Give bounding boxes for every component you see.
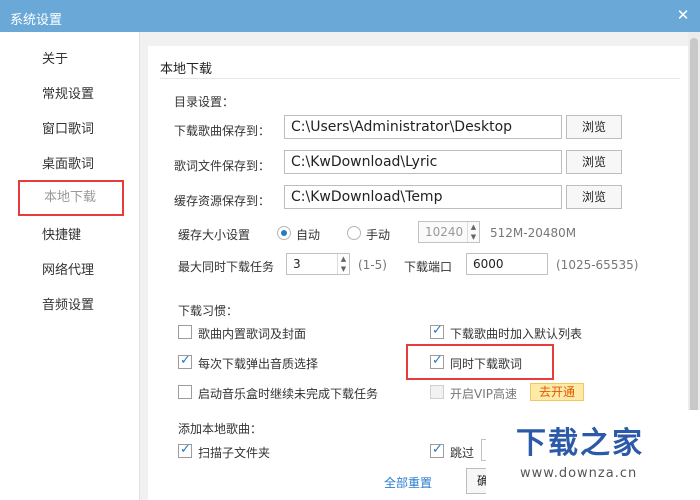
cache-path-label: 缓存资源保存到： — [174, 194, 271, 208]
lyric-browse-button[interactable]: 浏览 — [566, 150, 622, 174]
skip-label: 跳过 — [450, 446, 475, 460]
sidebar-item-proxy[interactable]: 网络代理 — [16, 253, 126, 289]
sidebar-item-window-lyrics[interactable]: 窗口歌词 — [16, 112, 126, 148]
quality-popup-checkbox[interactable] — [178, 353, 192, 369]
quality-popup-label: 每次下载弹出音质选择 — [198, 357, 319, 371]
divider — [160, 78, 680, 79]
cache-size-label: 缓存大小设置 — [178, 228, 251, 242]
scrollbar-thumb[interactable] — [690, 38, 698, 438]
scan-subfolders-label: 扫描子文件夹 — [198, 446, 271, 460]
sidebar: 关于 常规设置 窗口歌词 桌面歌词 本地下载 快捷键 网络代理 音频设置 — [0, 32, 140, 500]
watermark-url: www.downza.cn — [520, 466, 638, 481]
title-bar: 系统设置 ✕ — [0, 0, 700, 32]
vip-speed-label: 开启VIP高速 — [450, 387, 517, 401]
embed-lyrics-label: 歌曲内置歌词及封面 — [198, 327, 307, 341]
add-default-list-checkbox[interactable] — [430, 323, 444, 339]
cache-auto-label: 自动 — [296, 228, 321, 242]
max-tasks-range: (1-5) — [358, 258, 387, 272]
resume-tasks-label: 启动音乐盒时继续未完成下载任务 — [198, 387, 379, 401]
cache-path-input[interactable]: C:\KwDownload\Temp — [284, 185, 562, 209]
port-range: (1025-65535) — [556, 258, 639, 272]
scan-subfolders-checkbox[interactable] — [178, 442, 192, 458]
max-tasks-spinner-icon[interactable]: ▲ ▼ — [337, 254, 349, 274]
watermark-logo: 下载之家 www.downza.cn — [486, 410, 700, 500]
watermark-text: 下载之家 — [516, 426, 644, 461]
song-path-label: 下载歌曲保存到： — [174, 124, 271, 138]
cache-auto-radio[interactable] — [277, 226, 291, 240]
sidebar-item-desktop-lyrics[interactable]: 桌面歌词 — [16, 147, 126, 183]
skip-checkbox[interactable] — [430, 442, 444, 458]
section-title: 本地下载 — [160, 62, 213, 77]
port-value: 6000 — [473, 257, 504, 271]
cache-size-value: 10240 — [425, 225, 464, 239]
lyric-path-label: 歌词文件保存到： — [174, 159, 271, 173]
add-local-heading: 添加本地歌曲： — [178, 422, 263, 436]
download-lyrics-checkbox[interactable] — [430, 353, 444, 369]
port-label: 下载端口 — [404, 260, 453, 274]
max-tasks-stepper[interactable]: 3 ▲ ▼ — [286, 253, 350, 275]
max-tasks-value: 3 — [293, 257, 301, 271]
window-title: 系统设置 — [10, 13, 63, 28]
habits-heading: 下载习惯： — [178, 304, 239, 318]
add-default-list-label: 下载歌曲时加入默认列表 — [450, 327, 583, 341]
vip-open-button[interactable]: 去开通 — [530, 383, 585, 401]
resume-tasks-checkbox[interactable] — [178, 385, 192, 399]
song-path-input[interactable]: C:\Users\Administrator\Desktop — [284, 115, 562, 139]
sidebar-item-shortcuts[interactable]: 快捷键 — [16, 218, 126, 254]
lyric-path-input[interactable]: C:\KwDownload\Lyric — [284, 150, 562, 174]
max-tasks-label: 最大同时下载任务 — [178, 260, 275, 274]
sidebar-item-about[interactable]: 关于 — [16, 42, 126, 78]
cache-size-input[interactable]: 10240 ▲ ▼ — [418, 221, 480, 243]
cache-manual-radio[interactable] — [347, 226, 361, 240]
reset-all-link[interactable]: 全部重置 — [384, 474, 432, 491]
embed-lyrics-checkbox[interactable] — [178, 325, 192, 339]
close-icon[interactable]: ✕ — [672, 4, 694, 26]
song-browse-button[interactable]: 浏览 — [566, 115, 622, 139]
cache-browse-button[interactable]: 浏览 — [566, 185, 622, 209]
cache-manual-label: 手动 — [366, 228, 391, 242]
directory-heading: 目录设置： — [174, 95, 235, 109]
sidebar-item-audio[interactable]: 音频设置 — [16, 288, 126, 324]
sidebar-item-local-download[interactable]: 本地下载 — [18, 180, 124, 216]
sidebar-item-general[interactable]: 常规设置 — [16, 77, 126, 113]
cache-size-spinner-icon[interactable]: ▲ ▼ — [467, 222, 479, 242]
download-lyrics-label: 同时下载歌词 — [450, 357, 523, 371]
vip-speed-checkbox[interactable] — [430, 385, 444, 399]
cache-size-range: 512M-20480M — [490, 226, 577, 240]
port-input[interactable]: 6000 — [466, 253, 548, 275]
